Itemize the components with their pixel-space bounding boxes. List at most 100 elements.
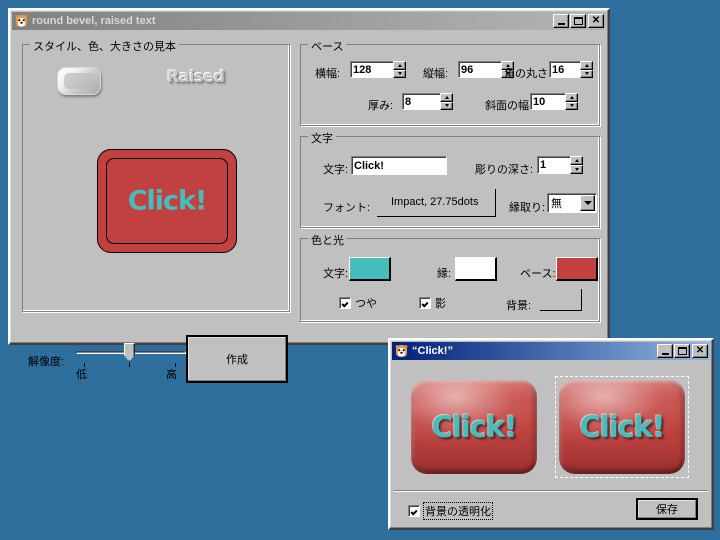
depth-spin-down[interactable] — [570, 165, 583, 174]
slider-tick-mid — [129, 363, 130, 367]
sample-group: スタイル、色、大きさの見本 Raised Click! — [22, 38, 290, 312]
minimize-button[interactable] — [657, 344, 673, 358]
base-group: ベース 横幅: 128 縦幅: 96 角の丸さ: 16 厚み: 8 斜面の幅: … — [300, 38, 600, 126]
depth-input[interactable]: 1 — [537, 156, 571, 174]
width-input[interactable]: 128 — [350, 61, 394, 78]
corner-radius-label: 角の丸さ: — [504, 68, 552, 80]
width-spin-down[interactable] — [393, 69, 406, 78]
shadow-label: 影 — [435, 298, 446, 310]
depth-spin-up[interactable] — [570, 156, 583, 165]
font-value: Impact, 27.75dots — [391, 196, 479, 208]
gloss-checkbox[interactable] — [339, 297, 351, 309]
background-color-swatch[interactable] — [540, 289, 582, 311]
width-label: 横幅: — [315, 68, 341, 80]
shadow-checkbox-row[interactable]: 影 — [419, 295, 446, 311]
transparent-background-label: 背景の透明化 — [423, 502, 493, 520]
text-color-label: 文字: — [323, 268, 349, 280]
bevel-width-spinner[interactable]: 10 — [530, 93, 578, 110]
save-button[interactable]: 保存 — [636, 498, 698, 520]
shiba-dog-icon — [14, 14, 29, 28]
text-field-label: 文字: — [323, 164, 349, 176]
outline-combo[interactable]: 無 — [547, 193, 597, 213]
close-button[interactable]: ✕ — [588, 14, 604, 28]
font-label: フォント: — [323, 202, 371, 214]
separator-highlight — [394, 491, 708, 492]
bevel-width-spin-down[interactable] — [565, 101, 578, 110]
maximize-button[interactable] — [674, 344, 690, 358]
shiba-dog-icon — [394, 344, 409, 358]
width-spin-buttons[interactable] — [393, 61, 406, 78]
font-button[interactable]: Impact, 27.75dots — [377, 189, 496, 217]
color-light-group: 色と光 文字: 縁: ベース: つや 影 背景: — [300, 232, 600, 322]
thickness-spinner[interactable]: 8 — [402, 93, 453, 110]
base-color-label: ベース: — [520, 268, 556, 280]
gloss-label: つや — [355, 298, 377, 310]
height-input[interactable]: 96 — [458, 61, 502, 78]
thickness-spin-buttons[interactable] — [440, 93, 453, 110]
depth-label: 彫りの深さ: — [475, 164, 534, 176]
maximize-button[interactable] — [570, 14, 586, 28]
bevel-width-input[interactable]: 10 — [530, 93, 566, 110]
thickness-label: 厚み: — [368, 100, 394, 112]
rendered-button-1-label: Click! — [431, 410, 518, 444]
transparent-background-checkbox[interactable] — [408, 505, 420, 517]
edge-color-label: 縁: — [437, 268, 452, 280]
corner-radius-spinner[interactable]: 16 — [549, 61, 593, 78]
resolution-low-label: 低 — [76, 369, 87, 381]
output-window[interactable]: “Click!” ✕ Click! Click! 背景の透明化 保存 — [388, 338, 714, 530]
depth-spin-buttons[interactable] — [570, 156, 583, 174]
text-input[interactable]: Click! — [351, 156, 447, 175]
preview-button: Click! — [97, 149, 237, 253]
minimize-button[interactable] — [553, 14, 569, 28]
close-button[interactable]: ✕ — [692, 344, 708, 358]
style-sample-text: Raised — [167, 67, 225, 86]
rendered-button-2[interactable]: Click! — [555, 376, 689, 478]
height-label: 縦幅: — [423, 68, 449, 80]
main-window-titlebar[interactable]: round bevel, raised text ✕ — [12, 12, 606, 30]
corner-radius-spin-down[interactable] — [580, 69, 593, 78]
main-window-title: round bevel, raised text — [32, 15, 156, 27]
bevel-width-label: 斜面の幅: — [485, 100, 533, 112]
shadow-checkbox[interactable] — [419, 297, 431, 309]
bevel-width-spin-buttons[interactable] — [565, 93, 578, 110]
outline-combo-value: 無 — [551, 198, 562, 210]
base-group-legend: ベース — [308, 38, 347, 54]
save-button-label: 保存 — [656, 504, 678, 516]
background-color-label: 背景: — [506, 300, 532, 312]
transparent-background-checkbox-row[interactable]: 背景の透明化 — [408, 502, 493, 520]
style-sample-shape — [57, 67, 101, 95]
edge-color-swatch[interactable] — [455, 257, 497, 281]
rendered-button-1[interactable]: Click! — [411, 380, 537, 474]
thickness-input[interactable]: 8 — [402, 93, 441, 110]
bevel-width-spin-up[interactable] — [565, 93, 578, 102]
sample-group-legend: スタイル、色、大きさの見本 — [30, 38, 179, 54]
resolution-label: 解像度: — [28, 356, 65, 368]
chevron-down-icon[interactable] — [580, 195, 595, 211]
depth-spinner[interactable]: 1 — [537, 156, 583, 174]
outline-label: 縁取り: — [509, 202, 546, 214]
corner-radius-spin-buttons[interactable] — [580, 61, 593, 78]
color-light-group-legend: 色と光 — [308, 232, 347, 248]
thickness-spin-down[interactable] — [440, 101, 453, 110]
create-button-label: 作成 — [226, 354, 248, 366]
corner-radius-spin-up[interactable] — [580, 61, 593, 70]
width-spin-up[interactable] — [393, 61, 406, 70]
main-window-controls: ✕ — [552, 14, 604, 28]
corner-radius-input[interactable]: 16 — [549, 61, 581, 78]
resolution-high-label: 高 — [166, 369, 177, 381]
output-window-titlebar[interactable]: “Click!” ✕ — [392, 342, 710, 360]
width-spinner[interactable]: 128 — [350, 61, 406, 78]
output-window-title: “Click!” — [412, 345, 453, 357]
main-window-client: スタイル、色、大きさの見本 Raised Click! 解像度: 低 高 作成 — [14, 32, 604, 383]
text-group-legend: 文字 — [308, 130, 336, 146]
output-window-client: Click! Click! 背景の透明化 保存 — [394, 362, 708, 524]
preview-button-label: Click! — [127, 185, 208, 217]
create-button[interactable]: 作成 — [186, 335, 288, 383]
gloss-checkbox-row[interactable]: つや — [339, 295, 377, 311]
text-color-swatch[interactable] — [349, 257, 391, 281]
main-window[interactable]: round bevel, raised text ✕ スタイル、色、大きさの見本… — [8, 8, 610, 383]
slider-thumb[interactable] — [123, 343, 135, 362]
thickness-spin-up[interactable] — [440, 93, 453, 102]
text-group: 文字 文字: Click! 彫りの深さ: 1 フォント: Impact, 27.… — [300, 130, 600, 228]
base-color-swatch[interactable] — [556, 257, 598, 281]
